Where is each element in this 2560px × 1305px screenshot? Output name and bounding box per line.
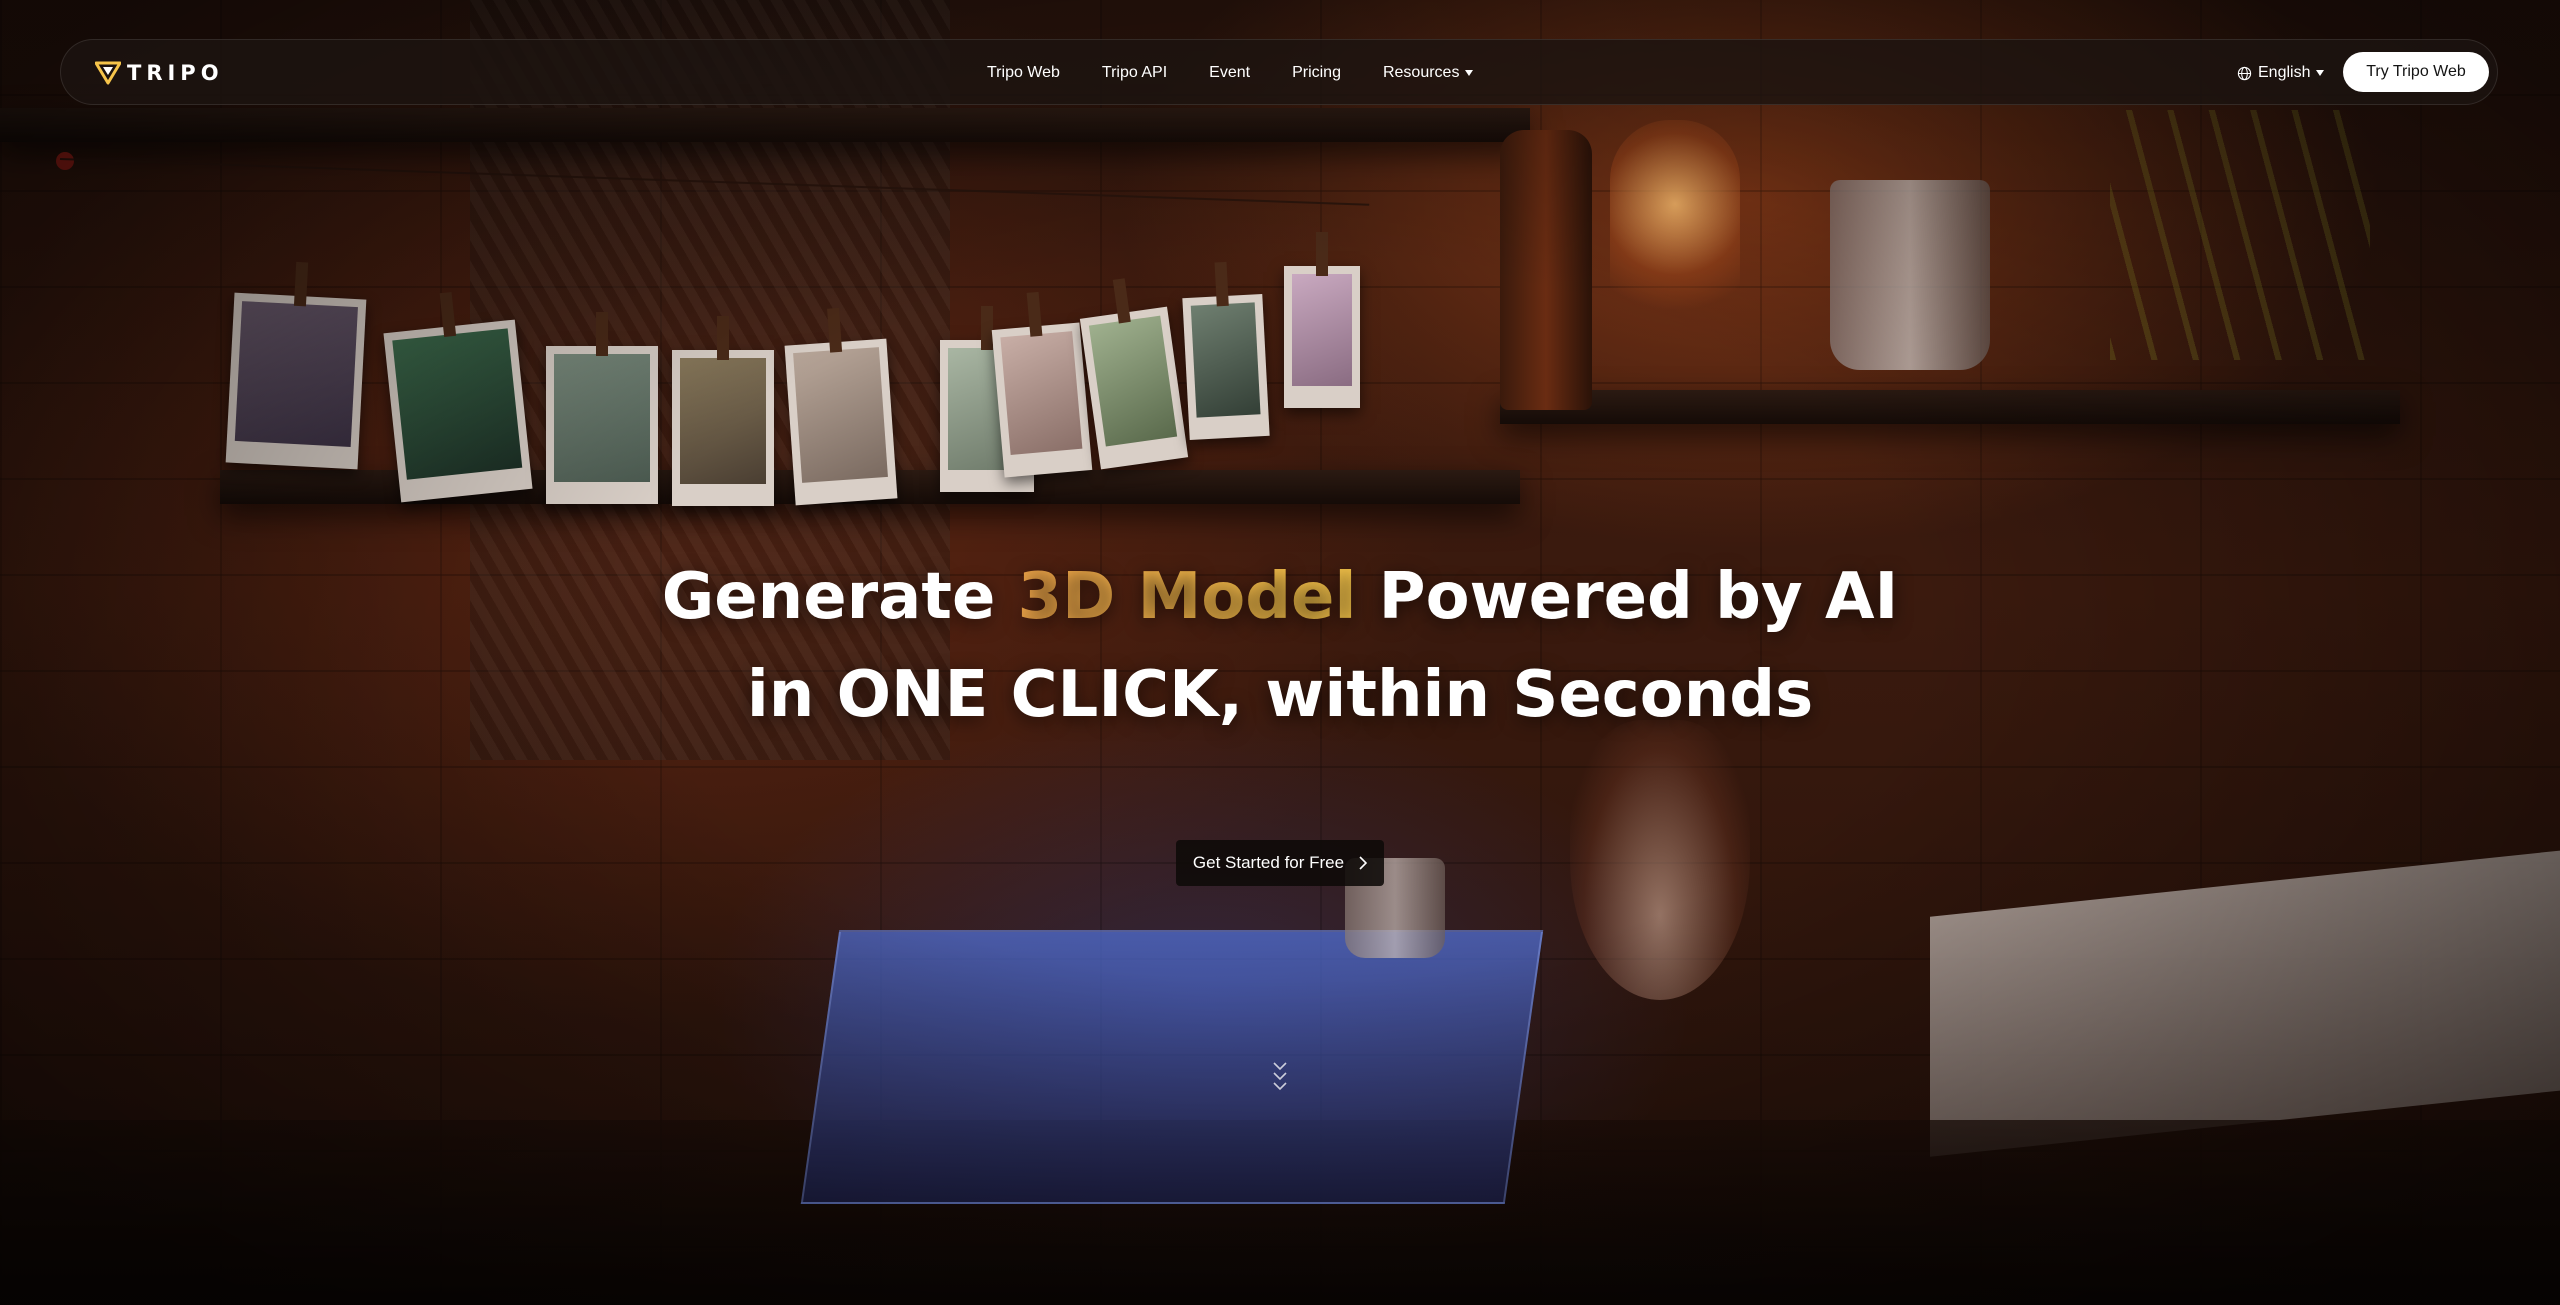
- hero-headline: Generate 3D Model Powered by AI in ONE C…: [0, 548, 2560, 744]
- hero-background: TRIPO Tripo Web Tripo API Event Pricing …: [0, 0, 2560, 1305]
- nav-link-event[interactable]: Event: [1209, 64, 1250, 82]
- resources-label: Resources: [1382, 64, 1460, 81]
- logo-wordmark: TRIPO: [127, 61, 224, 85]
- tripo-v-logo-icon: [95, 61, 121, 85]
- caret-down-icon: [2316, 70, 2325, 76]
- language-label: English: [2258, 64, 2311, 81]
- nav-dropdown-resources[interactable]: Resources: [1382, 64, 1474, 82]
- hero-line1-prefix: Generate: [661, 560, 1018, 634]
- hero-headline-line-2: in ONE CLICK, within Seconds: [746, 658, 1814, 732]
- tripo-logo[interactable]: TRIPO: [95, 60, 224, 86]
- nav-link-pricing[interactable]: Pricing: [1292, 64, 1341, 82]
- globe-icon: [2237, 66, 2252, 80]
- double-chevron-down-icon[interactable]: [1270, 1060, 1290, 1094]
- hero-headline-line-1: Generate 3D Model Powered by AI: [0, 548, 2560, 646]
- language-selector[interactable]: English: [2237, 40, 2325, 106]
- get-started-button[interactable]: Get Started for Free: [1176, 840, 1384, 886]
- try-tripo-web-button[interactable]: Try Tripo Web: [2343, 52, 2489, 92]
- top-navigation-bar: TRIPO Tripo Web Tripo API Event Pricing …: [60, 39, 2498, 105]
- nav-link-tripo-api[interactable]: Tripo API: [1102, 64, 1167, 82]
- hero-line1-accent: 3D Model: [1017, 560, 1357, 634]
- caret-down-icon: [1465, 70, 1474, 76]
- nav-link-tripo-web[interactable]: Tripo Web: [987, 64, 1060, 82]
- get-started-label: Get Started for Free: [1192, 853, 1345, 872]
- hero-line1-suffix: Powered by AI: [1356, 560, 1899, 634]
- primary-nav-links: Tripo Web Tripo API Event Pricing Resour…: [987, 40, 1474, 106]
- chevron-right-icon: [1359, 856, 1368, 870]
